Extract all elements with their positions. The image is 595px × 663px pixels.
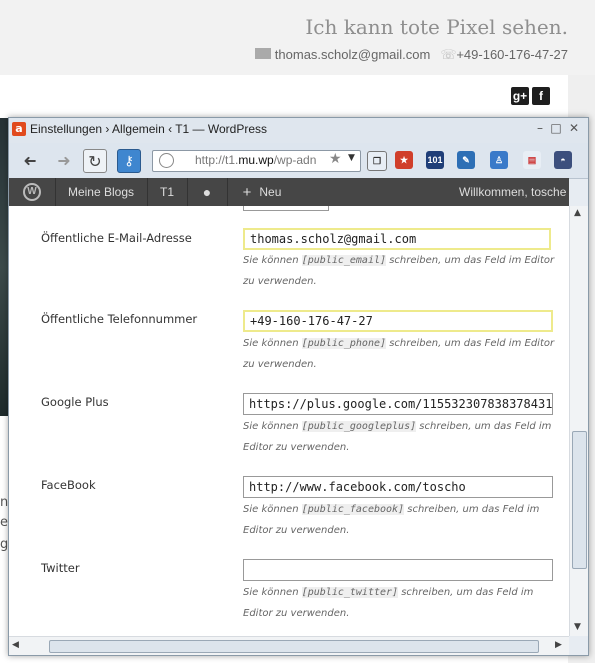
popup-window: a Einstellungen › Allgemein ‹ T1 — WordP… <box>8 117 589 656</box>
bookmark-star-icon[interactable]: ★ <box>329 151 342 167</box>
profile-form: Öffentliche E-Mail-Adresse thomas.scholz… <box>9 206 569 636</box>
back-arrow-icon[interactable]: ➜ <box>20 149 40 171</box>
plus-icon: + <box>242 183 252 201</box>
desc-text: Sie können <box>243 255 302 266</box>
vertical-scrollbar[interactable]: ▲ ▼ <box>569 206 588 636</box>
contact-phone: +49-160-176-47-27 <box>456 47 568 62</box>
field-description: Sie können [public_email] schreiben, um … <box>243 250 558 292</box>
scroll-left-icon[interactable]: ◀ <box>12 640 19 650</box>
app-icon: a <box>12 122 26 136</box>
contact-info: thomas.scholz@gmail.com ☏+49-160-176-47-2… <box>254 47 568 62</box>
mail-icon <box>254 48 271 59</box>
maximize-button[interactable]: □ <box>548 121 564 135</box>
address-bar[interactable]: http://t1.mu.wp/wp-adn ★ ▼ <box>152 150 361 172</box>
url-suffix: /wp-adn <box>273 153 317 167</box>
tools-icon[interactable]: ✎ <box>457 151 475 169</box>
chevron-down-icon[interactable]: ▼ <box>348 153 355 163</box>
navigation-toolbar: ➜ ➜ ↻ ⚷ http://t1.mu.wp/wp-adn ★ ▼ ❐ ★ 1… <box>9 143 588 179</box>
public-phone-input[interactable]: +49-160-176-47-27 <box>243 310 553 332</box>
desc-text: Sie können <box>243 587 302 598</box>
title-bar[interactable]: a Einstellungen › Allgemein ‹ T1 — WordP… <box>9 118 588 143</box>
wp-admin-bar: W Meine Blogs T1 ● + Neu Willkommen, tosc… <box>9 178 569 206</box>
shortcode: [public_facebook] <box>301 504 405 515</box>
shortcode: [public_email] <box>301 255 387 266</box>
password-key-icon[interactable]: ⚷ <box>117 149 141 173</box>
new-link[interactable]: + Neu <box>227 178 297 206</box>
site-link[interactable]: T1 <box>147 178 188 206</box>
field-label: FaceBook <box>41 478 96 492</box>
vertical-scroll-thumb[interactable] <box>572 431 587 569</box>
public-email-input[interactable]: thomas.scholz@gmail.com <box>243 228 551 250</box>
bookmark-icon[interactable]: ★ <box>395 151 413 169</box>
scroll-up-icon[interactable]: ▲ <box>574 208 581 218</box>
address-url[interactable]: http://t1.mu.wp/wp-adn <box>195 153 325 167</box>
comments-icon[interactable]: ● <box>187 178 228 206</box>
my-blogs-link[interactable]: Meine Blogs <box>55 178 148 206</box>
google-plus-icon[interactable]: g+ <box>511 87 529 105</box>
social-links: g+ f <box>511 87 550 105</box>
facebook-input[interactable]: http://www.facebook.com/toscho <box>243 476 553 498</box>
globe-icon <box>159 153 174 168</box>
twitter-input[interactable] <box>243 559 553 581</box>
previous-field[interactable] <box>243 206 329 211</box>
horizontal-scroll-thumb[interactable] <box>49 640 539 653</box>
minimize-button[interactable]: – <box>532 121 548 135</box>
field-description: Sie können [public_googleplus] schreiben… <box>243 416 558 458</box>
desc-text: Sie können <box>243 338 302 349</box>
site-snippet: n <box>0 495 9 510</box>
greeting-link[interactable]: Willkommen, tosche <box>459 178 566 206</box>
desc-text: Sie können <box>243 504 302 515</box>
shortcode: [public_twitter] <box>301 587 399 598</box>
forward-arrow-icon[interactable]: ➜ <box>54 149 74 171</box>
horizontal-scrollbar[interactable]: ◀ ▶ <box>9 636 569 655</box>
phone-icon: ☏ <box>440 47 457 62</box>
site-title[interactable]: Ich kann tote Pixel sehen. <box>305 15 568 39</box>
close-button[interactable]: ✕ <box>566 121 582 135</box>
reload-icon[interactable]: ↻ <box>83 149 107 173</box>
url-domain: mu.wp <box>238 153 274 167</box>
field-label: Twitter <box>41 561 80 575</box>
notes-icon[interactable]: ▤ <box>523 151 541 169</box>
field-label: Google Plus <box>41 395 109 409</box>
wordpress-logo: W <box>23 183 41 201</box>
shortcode: [public_googleplus] <box>301 421 417 432</box>
scroll-down-icon[interactable]: ▼ <box>574 622 581 632</box>
field-description: Sie können [public_twitter] schreiben, u… <box>243 582 558 624</box>
window-title: Einstellungen › Allgemein ‹ T1 — WordPre… <box>30 122 267 136</box>
wp-logo-icon[interactable]: W <box>9 178 56 206</box>
theme-icon[interactable]: ◓ <box>554 151 572 169</box>
scroll-right-icon[interactable]: ▶ <box>555 640 562 650</box>
field-description: Sie können [public_phone] schreiben, um … <box>243 333 558 375</box>
google-plus-input[interactable]: https://plus.google.com/1155323078383784… <box>243 393 553 415</box>
url-prefix: http://t1. <box>195 153 239 167</box>
tabs-icon[interactable]: ❐ <box>367 151 387 171</box>
desc-text: Sie können <box>243 421 302 432</box>
shortcode: [public_phone] <box>301 338 387 349</box>
toolbar-badge-icon[interactable]: 101 <box>426 151 444 169</box>
facebook-icon[interactable]: f <box>532 87 550 105</box>
field-label: Öffentliche E-Mail-Adresse <box>41 231 192 245</box>
field-description: Sie können [public_facebook] schreiben, … <box>243 499 558 541</box>
user-icon[interactable]: ♙ <box>490 151 508 169</box>
contact-email[interactable]: thomas.scholz@gmail.com <box>275 47 431 62</box>
field-label: Öffentliche Telefonnummer <box>41 312 198 326</box>
new-label: Neu <box>259 185 282 199</box>
